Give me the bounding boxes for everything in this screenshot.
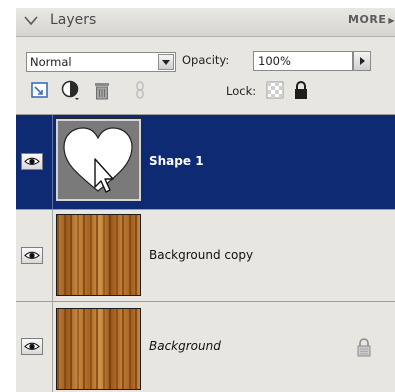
opacity-input[interactable]: 100% — [253, 51, 353, 71]
layer-lock-icon — [357, 338, 371, 357]
panel-title: Layers — [50, 12, 97, 28]
layer-thumbnail — [55, 118, 142, 202]
eye-icon[interactable] — [21, 246, 43, 264]
more-arrow-icon: ▶ — [388, 16, 395, 25]
heart-shape-icon — [63, 127, 133, 193]
layers-panel: Layers MORE▶ Normal Opacity: 100% Lock: — [16, 8, 395, 392]
new-layer-icon[interactable] — [29, 79, 51, 101]
lock-all-icon[interactable] — [290, 79, 312, 101]
eye-icon[interactable] — [21, 153, 43, 170]
visibility-toggle[interactable] — [16, 302, 54, 392]
visibility-toggle[interactable] — [16, 210, 54, 301]
layer-name[interactable]: Shape 1 — [149, 154, 204, 168]
adjustment-layer-icon[interactable] — [60, 79, 82, 101]
opacity-slider-button[interactable] — [353, 51, 371, 71]
layer-thumbnail — [56, 308, 141, 390]
trash-icon[interactable] — [91, 79, 113, 101]
layer-name[interactable]: Background — [149, 339, 221, 353]
link-icon[interactable] — [129, 79, 151, 101]
layer-row-background[interactable]: Background — [16, 302, 395, 392]
blend-mode-select[interactable]: Normal — [26, 52, 176, 72]
layer-list: Shape 1 Background copy Background — [16, 114, 395, 392]
opacity-value: 100% — [258, 54, 291, 68]
layer-row-shape-1[interactable]: Shape 1 — [16, 115, 395, 209]
blend-mode-dropdown-icon[interactable] — [158, 54, 174, 70]
opacity-label: Opacity: — [182, 53, 230, 67]
blend-mode-value: Normal — [30, 55, 72, 69]
more-button[interactable]: MORE ▶ — [348, 13, 395, 26]
eye-icon[interactable] — [21, 338, 43, 355]
layer-name[interactable]: Background copy — [149, 248, 253, 262]
lock-label: Lock: — [226, 84, 257, 98]
panel-header: Layers MORE ▶ — [16, 8, 395, 37]
layer-thumbnail — [56, 214, 141, 296]
collapse-chevron-icon[interactable] — [24, 16, 38, 26]
lock-transparency-icon[interactable] — [264, 79, 286, 101]
visibility-toggle[interactable] — [16, 115, 54, 209]
more-label: MORE — [348, 13, 387, 26]
layer-row-background-copy[interactable]: Background copy — [16, 210, 395, 301]
